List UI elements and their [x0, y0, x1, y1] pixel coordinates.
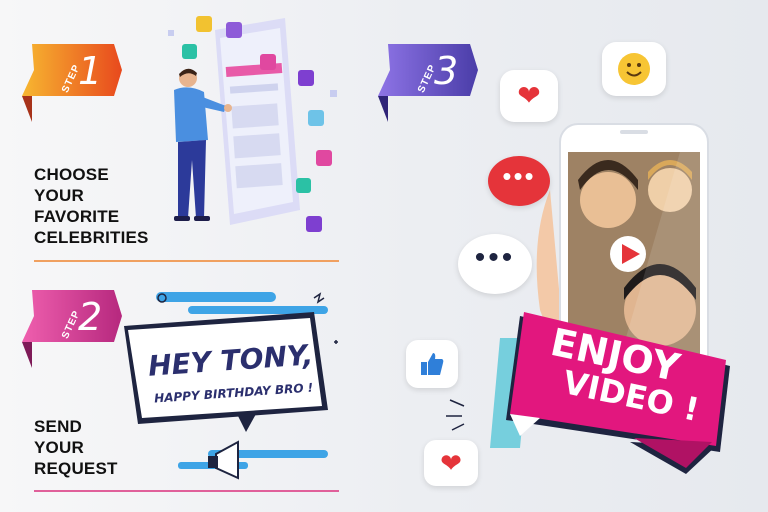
- dots-icon: •••: [474, 241, 516, 274]
- heart-icon: ❤: [440, 448, 462, 478]
- burst-lines: [440, 380, 500, 440]
- heart-icon: ❤: [517, 80, 541, 111]
- step-2-ribbon: STEP 2: [22, 290, 122, 368]
- smile-icon: [618, 53, 650, 85]
- play-icon: [610, 236, 646, 272]
- dots-icon: •••: [502, 161, 536, 191]
- step-1-divider: [34, 260, 339, 262]
- megaphone-icon: [208, 440, 239, 480]
- step-2-caption: SEND YOUR REQUEST: [34, 416, 118, 479]
- like-icon: [421, 353, 444, 375]
- caption-line: YOUR: [34, 186, 84, 205]
- heart-bubble: ❤: [500, 70, 558, 122]
- message-card-illustration: HEY TONY, HAPPY BIRTHDAY BRO !: [118, 282, 343, 487]
- enjoy-banner: ENJOY VIDEO !: [480, 308, 750, 478]
- chat-bubble-white: •••: [458, 234, 532, 294]
- chat-bubble-red: •••: [488, 156, 550, 206]
- caption-line: SEND: [34, 417, 83, 436]
- step-3-number: 3: [434, 49, 459, 93]
- step-1-ribbon: STEP 1: [22, 44, 122, 122]
- celebrity-phone-illustration: [160, 10, 350, 245]
- caption-line: YOUR: [34, 438, 84, 457]
- smile-bubble: [602, 42, 666, 96]
- heart-bubble-bottom: ❤: [424, 440, 478, 486]
- step-1-caption: CHOOSE YOUR FAVORITE CELEBRITIES: [34, 164, 149, 248]
- caption-line: FAVORITE: [34, 207, 120, 226]
- caption-line: REQUEST: [34, 459, 118, 478]
- step-2-divider: [34, 490, 339, 492]
- caption-line: CHOOSE: [34, 165, 109, 184]
- caption-line: CELEBRITIES: [34, 228, 149, 247]
- step-3-ribbon: STEP 3: [378, 44, 478, 122]
- step-2-number: 2: [78, 295, 103, 339]
- step-1-number: 1: [78, 49, 103, 93]
